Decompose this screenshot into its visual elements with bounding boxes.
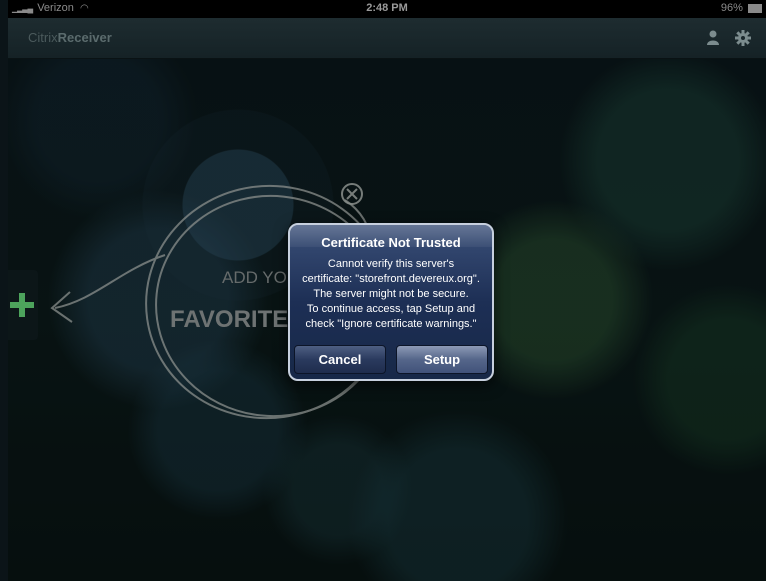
gear-icon[interactable] xyxy=(734,29,752,47)
dialog-message: Cannot verify this server's certificate:… xyxy=(294,257,488,332)
dialog-title: Certificate Not Trusted xyxy=(321,235,461,250)
add-hint-text: ADD YO xyxy=(222,268,287,287)
cancel-button[interactable]: Cancel xyxy=(294,345,386,374)
dialog-message-line: To continue access, tap Setup and xyxy=(306,303,476,315)
close-hint-icon xyxy=(341,183,363,205)
battery-icon xyxy=(748,3,762,13)
app-title: CitrixReceiver xyxy=(28,30,112,45)
dialog-message-line: The server might not be secure. xyxy=(313,288,469,300)
account-icon[interactable] xyxy=(704,29,722,47)
plus-icon xyxy=(10,289,34,321)
battery: 96% xyxy=(721,2,762,14)
status-bar: ▁▂▃▄ Verizon ◠ 2:48 PM 96% xyxy=(8,0,766,18)
dialog-message-line: Cannot verify this server's xyxy=(327,258,455,270)
app-header: CitrixReceiver xyxy=(8,18,766,59)
status-time: 2:48 PM xyxy=(366,2,408,14)
battery-label: 96% xyxy=(720,2,743,14)
dialog-message-line: check "Ignore certificate warnings." xyxy=(305,318,477,330)
favorites-hint-text: FAVORITE xyxy=(170,306,289,333)
setup-button[interactable]: Setup xyxy=(396,345,488,374)
dialog-message-line: certificate: "storefront.devereux.org". xyxy=(302,273,480,285)
app-title-light: Citrix xyxy=(28,30,58,45)
certificate-alert-dialog: Certificate Not Trusted Cannot verify th… xyxy=(288,223,494,381)
app-title-bold: Receiver xyxy=(57,30,112,45)
add-app-button[interactable] xyxy=(8,270,38,340)
